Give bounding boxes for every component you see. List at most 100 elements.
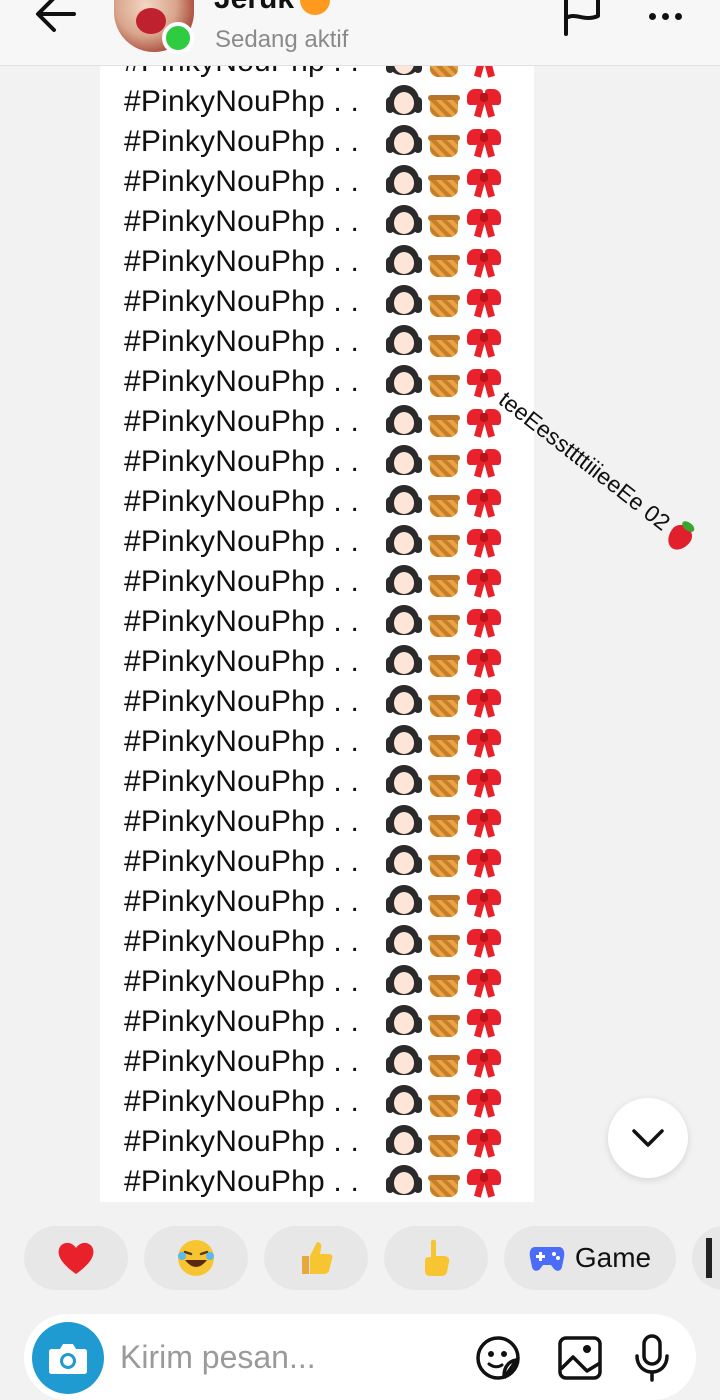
ribbon-bow-emoji-icon	[466, 525, 502, 559]
ribbon-bow-emoji-icon	[466, 165, 502, 199]
online-indicator	[162, 22, 194, 54]
ribbon-bow-emoji-icon	[466, 1045, 502, 1079]
message-line: #PinkyNouPhp . .	[124, 802, 524, 842]
basket-emoji-icon	[426, 565, 462, 599]
ribbon-bow-emoji-icon	[466, 245, 502, 279]
chat-area[interactable]: #PinkyNouPhp . . #PinkyNouPhp . . #PinkyNo…	[0, 66, 720, 1202]
heart-icon	[58, 1242, 94, 1274]
quick-reply-game[interactable]: Game	[504, 1226, 676, 1290]
message-line-text: #PinkyNouPhp . .	[124, 765, 359, 798]
girl-emoji-icon	[386, 885, 422, 919]
quick-reply-pointing[interactable]	[384, 1226, 488, 1290]
quick-reply-more[interactable]	[692, 1226, 720, 1290]
orange-emoji-icon	[300, 0, 331, 16]
basket-emoji-icon	[426, 925, 462, 959]
girl-emoji-icon	[386, 125, 422, 159]
message-line-text: #PinkyNouPhp . .	[124, 565, 359, 598]
ribbon-bow-emoji-icon	[466, 965, 502, 999]
quick-reply-laugh[interactable]	[144, 1226, 248, 1290]
basket-emoji-icon	[426, 85, 462, 119]
quick-reply-heart[interactable]	[24, 1226, 128, 1290]
quick-reply-thumbs-up[interactable]	[264, 1226, 368, 1290]
girl-emoji-icon	[386, 165, 422, 199]
girl-emoji-icon	[386, 1085, 422, 1119]
sticker-button[interactable]	[472, 1332, 524, 1384]
basket-emoji-icon	[426, 485, 462, 519]
message-line: #PinkyNouPhp . .	[124, 202, 524, 242]
ribbon-bow-emoji-icon	[466, 85, 502, 119]
ribbon-bow-emoji-icon	[466, 885, 502, 919]
contact-avatar[interactable]	[114, 0, 194, 54]
message-line-text: #PinkyNouPhp . .	[124, 845, 359, 878]
message-line-text: #PinkyNouPhp . .	[124, 245, 359, 278]
voice-message-button[interactable]	[626, 1332, 678, 1384]
message-line-text: #PinkyNouPhp . .	[124, 685, 359, 718]
message-line-text: #PinkyNouPhp . .	[124, 965, 359, 998]
message-line-text: #PinkyNouPhp . .	[124, 1125, 359, 1158]
girl-emoji-icon	[386, 765, 422, 799]
message-line: #PinkyNouPhp . .	[124, 642, 524, 682]
game-controller-icon	[529, 1247, 565, 1271]
gallery-icon	[558, 1336, 602, 1380]
girl-emoji-icon	[386, 405, 422, 439]
message-line: #PinkyNouPhp . .	[124, 922, 524, 962]
girl-emoji-icon	[386, 565, 422, 599]
camera-button[interactable]	[32, 1322, 104, 1394]
ribbon-bow-emoji-icon	[466, 285, 502, 319]
message-line-text: #PinkyNouPhp . .	[124, 165, 359, 198]
chat-header: Jeruk Sedang aktif	[0, 0, 720, 66]
microphone-icon	[635, 1334, 669, 1382]
back-button[interactable]	[30, 0, 82, 38]
message-line: #PinkyNouPhp . .	[124, 842, 524, 882]
back-arrow-icon	[36, 0, 76, 32]
message-line: #PinkyNouPhp . .	[124, 562, 524, 602]
message-bubble[interactable]: #PinkyNouPhp . . #PinkyNouPhp . . #PinkyNo…	[100, 66, 534, 1202]
message-line: #PinkyNouPhp . .	[124, 522, 524, 562]
ribbon-bow-emoji-icon	[466, 765, 502, 799]
girl-emoji-icon	[386, 365, 422, 399]
basket-emoji-icon	[426, 1045, 462, 1079]
ribbon-bow-emoji-icon	[466, 845, 502, 879]
message-line: #PinkyNouPhp . .	[124, 722, 524, 762]
more-icon	[648, 12, 656, 20]
basket-emoji-icon	[426, 885, 462, 919]
strawberry-icon	[662, 520, 697, 555]
basket-emoji-icon	[426, 1085, 462, 1119]
report-button[interactable]	[560, 0, 610, 36]
basket-emoji-icon	[426, 245, 462, 279]
basket-emoji-icon	[426, 285, 462, 319]
girl-emoji-icon	[386, 845, 422, 879]
sticker-icon	[476, 1336, 520, 1380]
gallery-button[interactable]	[554, 1332, 606, 1384]
basket-emoji-icon	[426, 845, 462, 879]
ribbon-bow-emoji-icon	[466, 365, 502, 399]
message-line-text: #PinkyNouPhp . .	[124, 1085, 359, 1118]
scroll-to-bottom-button[interactable]	[608, 1098, 688, 1178]
ribbon-bow-emoji-icon	[466, 1005, 502, 1039]
contact-name[interactable]: Jeruk	[214, 0, 331, 16]
basket-emoji-icon	[426, 66, 462, 79]
message-composer	[24, 1314, 696, 1400]
message-line: #PinkyNouPhp . .	[124, 122, 524, 162]
ribbon-bow-emoji-icon	[466, 445, 502, 479]
message-line: #PinkyNouPhp . .	[124, 322, 524, 362]
girl-emoji-icon	[386, 205, 422, 239]
message-line-text: #PinkyNouPhp . .	[124, 805, 359, 838]
basket-emoji-icon	[426, 765, 462, 799]
girl-emoji-icon	[386, 245, 422, 279]
message-line-text: #PinkyNouPhp . .	[124, 605, 359, 638]
basket-emoji-icon	[426, 605, 462, 639]
ribbon-bow-emoji-icon	[466, 645, 502, 679]
message-line-text: #PinkyNouPhp . .	[124, 66, 386, 79]
message-line-text: #PinkyNouPhp . .	[124, 1005, 359, 1038]
basket-emoji-icon	[426, 125, 462, 159]
more-options-button[interactable]	[640, 0, 690, 36]
ribbon-bow-emoji-icon	[466, 805, 502, 839]
ribbon-bow-emoji-icon	[466, 1165, 502, 1199]
message-input[interactable]	[120, 1332, 460, 1382]
ribbon-bow-emoji-icon	[466, 605, 502, 639]
message-line-text: #PinkyNouPhp . .	[124, 1165, 359, 1198]
message-line: #PinkyNouPhp . .	[124, 762, 524, 802]
basket-emoji-icon	[426, 685, 462, 719]
ribbon-bow-emoji-icon	[466, 1085, 502, 1119]
